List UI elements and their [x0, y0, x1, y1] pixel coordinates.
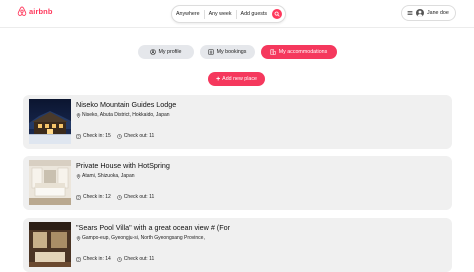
search-any-week[interactable]: Any week — [205, 6, 236, 22]
hamburger-icon — [407, 10, 413, 16]
tab-my-profile[interactable]: My profile — [137, 45, 194, 59]
place-times: Check in: 15 Check out: 11 — [76, 133, 154, 139]
check-in: Check in: 14 — [76, 256, 111, 262]
account-tabs: My profile My bookings My accommodations — [0, 45, 474, 59]
check-in-icon — [76, 256, 81, 262]
tab-my-bookings[interactable]: My bookings — [199, 45, 255, 59]
place-times: Check in: 12 Check out: 11 — [76, 194, 154, 200]
place-photo — [29, 222, 71, 267]
check-in-text: Check in: 14 — [83, 256, 111, 262]
place-card[interactable]: Private House with HotSpring Atami, Shiz… — [23, 156, 452, 210]
place-title: Niseko Mountain Guides Lodge — [76, 100, 177, 109]
check-in-text: Check in: 12 — [83, 194, 111, 200]
check-in: Check in: 15 — [76, 133, 111, 139]
check-out: Check out: 11 — [117, 133, 154, 139]
place-card[interactable]: "Sears Pool Villa" with a great ocean vi… — [23, 218, 452, 272]
tab-label: My bookings — [216, 49, 247, 55]
place-times: Check in: 14 Check out: 11 — [76, 256, 154, 262]
plus-icon: + — [216, 75, 221, 83]
search-button[interactable] — [272, 9, 283, 19]
clock-icon — [117, 133, 122, 139]
clock-icon — [117, 194, 122, 200]
check-out-text: Check out: 11 — [123, 256, 155, 262]
search-bar[interactable]: Anywhere Any week Add guests — [171, 5, 287, 23]
place-location-text: Niseko, Abuta District, Hokkaido, Japan — [82, 112, 170, 118]
user-icon — [149, 49, 156, 55]
search-anywhere[interactable]: Anywhere — [172, 6, 204, 22]
search-icon — [274, 11, 280, 17]
location-pin-icon — [76, 112, 81, 118]
place-location-text: Atami, Shizuoka, Japan — [82, 173, 135, 179]
check-in-icon — [76, 194, 81, 200]
place-photo — [29, 160, 71, 205]
tab-label: My accommodations — [278, 49, 328, 55]
tab-label: My profile — [158, 49, 182, 55]
check-in-text: Check in: 15 — [83, 133, 111, 139]
user-name: Jane doe — [427, 10, 449, 16]
location-pin-icon — [76, 235, 81, 241]
check-in-icon — [76, 133, 81, 139]
place-location: Atami, Shizuoka, Japan — [76, 173, 135, 179]
place-photo — [29, 99, 71, 144]
airbnb-logo-icon — [17, 6, 27, 16]
place-location: Gampo-eup, Gyeongju-si, North Gyeongsang… — [76, 235, 205, 241]
clock-icon — [117, 256, 122, 262]
check-out-text: Check out: 11 — [123, 194, 155, 200]
place-card[interactable]: Niseko Mountain Guides Lodge Niseko, Abu… — [23, 95, 452, 149]
add-new-place-button[interactable]: + Add new place — [208, 72, 265, 86]
list-icon — [207, 49, 214, 55]
brand-logo[interactable]: airbnb — [17, 6, 53, 17]
top-header: airbnb Anywhere Any week Add guests Jane… — [0, 0, 474, 28]
place-location-text: Gampo-eup, Gyeongju-si, North Gyeongsang… — [82, 235, 205, 241]
place-title: "Sears Pool Villa" with a great ocean vi… — [76, 223, 230, 232]
user-avatar-icon — [416, 9, 424, 17]
check-out: Check out: 11 — [117, 256, 154, 262]
check-out-text: Check out: 11 — [123, 133, 155, 139]
place-title: Private House with HotSpring — [76, 161, 170, 170]
check-in: Check in: 12 — [76, 194, 111, 200]
building-icon — [270, 49, 276, 55]
search-add-guests[interactable]: Add guests — [237, 6, 272, 22]
user-menu-button[interactable]: Jane doe — [401, 5, 456, 21]
tab-my-accommodations[interactable]: My accommodations — [260, 45, 337, 59]
place-location: Niseko, Abuta District, Hokkaido, Japan — [76, 112, 170, 118]
brand-name: airbnb — [29, 7, 53, 16]
location-pin-icon — [76, 173, 81, 179]
check-out: Check out: 11 — [117, 194, 154, 200]
add-new-place-label: Add new place — [222, 76, 257, 82]
